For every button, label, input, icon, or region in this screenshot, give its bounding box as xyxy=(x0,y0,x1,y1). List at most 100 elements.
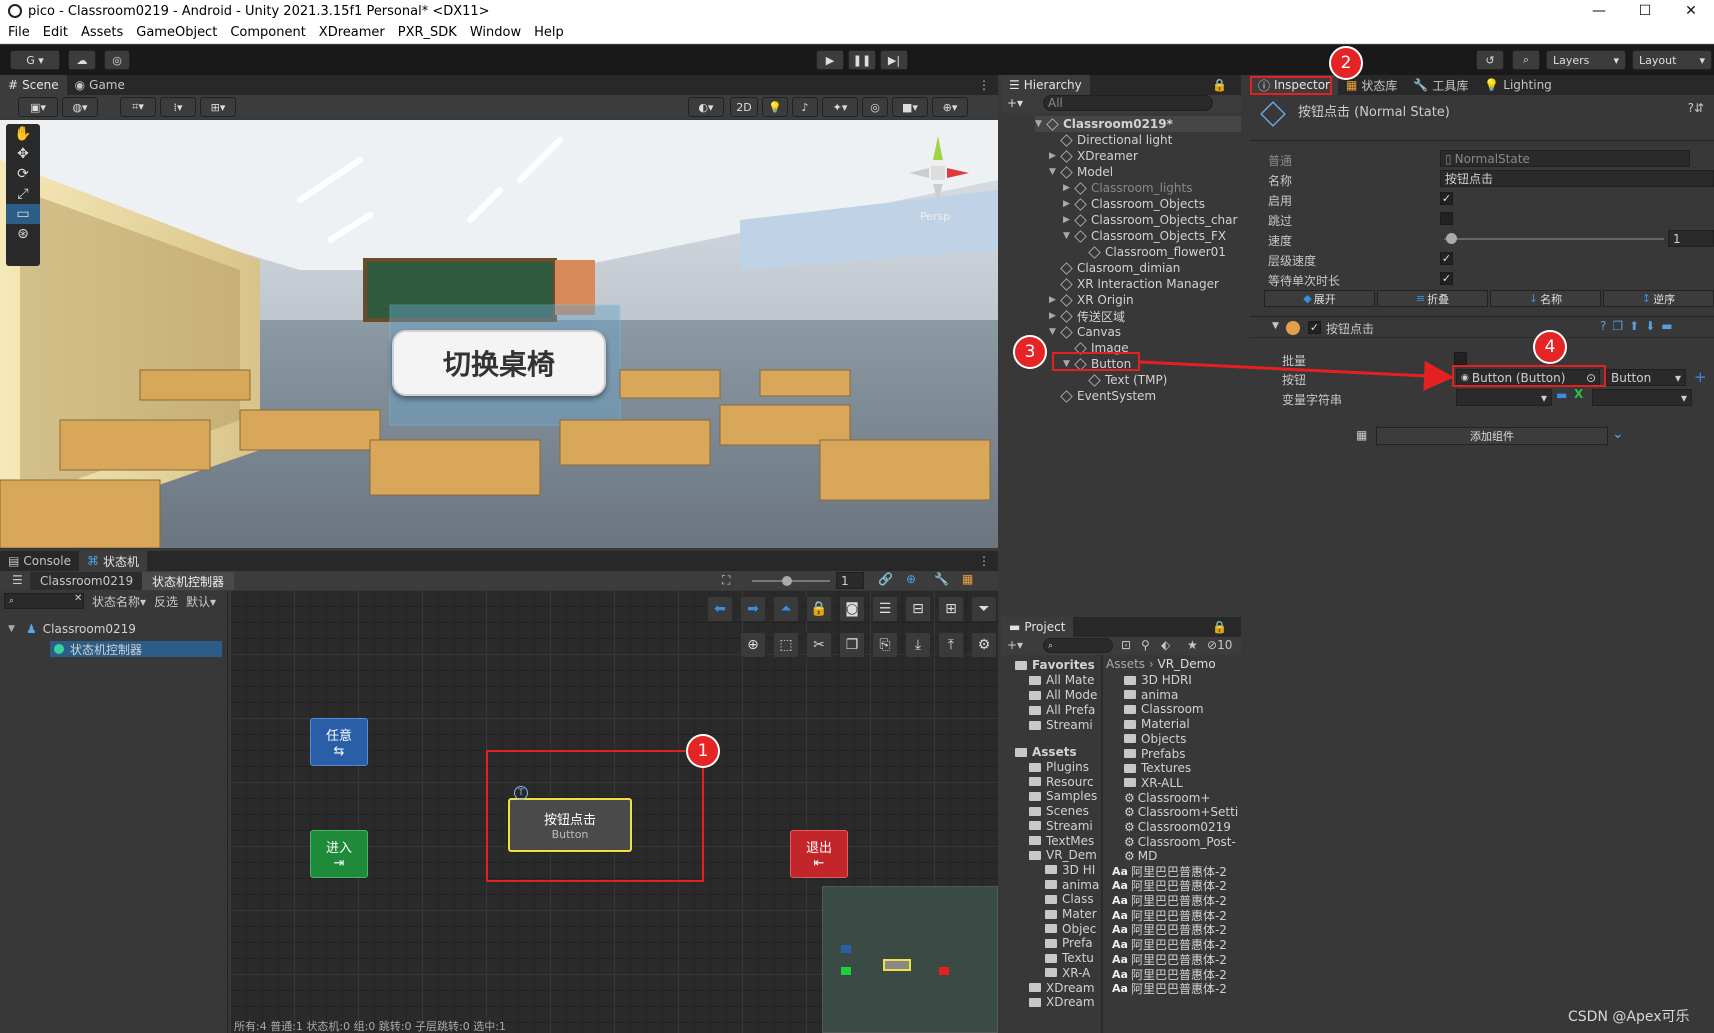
help-icon[interactable]: ?⇵ xyxy=(1688,101,1704,115)
folder-tree-item[interactable]: anima xyxy=(1045,877,1099,893)
hierarchy-item[interactable]: EventSystem xyxy=(1049,388,1156,404)
component-header[interactable]: ▼ ✓ 按钮点击 ? ❐ ⬆ ⬇ ▬ xyxy=(1250,316,1714,338)
draw-mode-button[interactable]: ▣▾ xyxy=(18,97,58,117)
grid-snap-icon[interactable]: ⁞▾ xyxy=(160,97,196,117)
cut-icon[interactable]: ✂ xyxy=(806,632,832,658)
project-file-item[interactable]: Textures xyxy=(1124,760,1191,776)
project-search-input[interactable]: ⌕ xyxy=(1043,638,1113,653)
fsm-search-input[interactable]: ⌕ xyxy=(4,593,84,609)
link-icon[interactable]: 🔗 xyxy=(878,572,893,586)
menu-window[interactable]: Window xyxy=(470,25,521,40)
copy-icon[interactable]: ❐ xyxy=(1612,319,1623,333)
minimap[interactable] xyxy=(822,886,998,1033)
export-icon[interactable]: ⤒ xyxy=(938,632,964,658)
star-icon[interactable]: ★ xyxy=(1187,638,1198,652)
hierarchy-item[interactable]: ▶ XDreamer xyxy=(1049,148,1138,164)
layout-dropdown[interactable]: Layout ▾ xyxy=(1632,50,1712,70)
assets-header[interactable]: Assets xyxy=(1015,744,1077,760)
copy-icon[interactable]: ❐ xyxy=(839,632,865,658)
increment-icon[interactable]: ⊞▾ xyxy=(200,97,236,117)
align-horizontal-icon[interactable]: ⊟ xyxy=(905,596,931,622)
folder-tree-item[interactable]: Objec xyxy=(1045,921,1096,937)
hierarchy-item[interactable]: Classroom_flower01 xyxy=(1077,244,1226,260)
folder-tree-item[interactable]: Prefa xyxy=(1045,935,1093,951)
folder-tree-item[interactable]: VR_Dem xyxy=(1029,847,1097,863)
hierarchy-search-input[interactable]: All xyxy=(1043,95,1213,111)
fsm-tree-controller[interactable]: 状态机控制器 xyxy=(50,641,222,657)
shading-icon[interactable]: ◐▾ xyxy=(688,97,724,117)
tab-project[interactable]: ▬ Project xyxy=(1001,617,1074,637)
folder-tree-item[interactable]: Textu xyxy=(1045,950,1094,966)
new-state-icon[interactable]: ⊕ xyxy=(740,632,766,658)
align-bottom-icon[interactable]: ⏷ xyxy=(971,596,997,622)
project-file-item[interactable]: Objects xyxy=(1124,731,1186,747)
rect-tool-icon[interactable]: ▭ xyxy=(6,204,40,224)
camera-icon[interactable]: ■▾ xyxy=(892,97,928,117)
tab-hierarchy[interactable]: ☰ Hierarchy xyxy=(1001,75,1090,95)
var-string-value-dropdown[interactable]: ▾ xyxy=(1592,389,1692,406)
foldout-arrow-icon[interactable]: ▼ xyxy=(1063,231,1071,241)
breadcrumb-current[interactable]: 状态机控制器 xyxy=(142,572,235,590)
effects-icon[interactable]: ✦▾ xyxy=(822,97,858,117)
target-icon[interactable]: ⊕ xyxy=(906,572,916,586)
project-file-item[interactable]: Aa 阿里巴巴普惠体-2 xyxy=(1112,981,1227,997)
cloud-icon[interactable]: ☁ xyxy=(68,50,96,70)
component-list-icon[interactable]: ▦ xyxy=(1356,428,1367,442)
skip-checkbox[interactable] xyxy=(1440,212,1453,225)
zoom-slider-handle[interactable] xyxy=(782,576,792,586)
mode-2d-button[interactable]: 2D xyxy=(730,97,758,117)
hierarchy-item[interactable]: ▶ Classroom_Objects_char xyxy=(1063,212,1237,228)
folder-tree-item[interactable]: Scenes xyxy=(1029,803,1089,819)
menu-component[interactable]: Component xyxy=(230,25,305,40)
foldout-arrow-icon[interactable]: ▶ xyxy=(1063,215,1071,225)
library-icon[interactable]: ▦ xyxy=(962,572,973,586)
add-icon[interactable]: +▾ xyxy=(1007,638,1023,652)
orientation-gizmo[interactable] xyxy=(905,130,975,210)
speed-slider-track[interactable] xyxy=(1444,238,1664,240)
foldout-arrow-icon[interactable]: ▼ xyxy=(1049,167,1057,177)
tab-game[interactable]: ◉ Game xyxy=(67,75,133,95)
enter-node[interactable]: 进入 ⇥ xyxy=(310,830,368,878)
hierarchy-item[interactable]: XR Interaction Manager xyxy=(1049,276,1219,292)
hierarchy-item[interactable]: ▶ Classroom_lights xyxy=(1063,180,1192,196)
move-tool-icon[interactable]: ✥ xyxy=(6,144,40,164)
breadcrumb-assets[interactable]: Assets xyxy=(1106,657,1145,671)
project-file-item[interactable]: ⚙ Classroom0219 xyxy=(1124,819,1231,835)
project-file-item[interactable]: Material xyxy=(1124,716,1190,732)
hierarchy-item[interactable]: ▶ XR Origin xyxy=(1049,292,1134,308)
menu-edit[interactable]: Edit xyxy=(43,25,68,40)
search-icon[interactable]: ⌕ xyxy=(1512,50,1540,70)
import-icon[interactable]: ⤓ xyxy=(905,632,931,658)
collab-icon[interactable]: ◎ xyxy=(104,50,130,70)
scale-tool-icon[interactable]: ⤢ xyxy=(6,184,40,204)
audio-icon[interactable]: ♪ xyxy=(792,97,818,117)
tab-console[interactable]: ▤ Console xyxy=(0,551,79,571)
button-type-dropdown[interactable]: Button ▾ xyxy=(1606,369,1686,386)
hand-tool-icon[interactable]: ✋ xyxy=(6,124,40,144)
wait-checkbox[interactable]: ✓ xyxy=(1440,272,1453,285)
close-button[interactable]: ✕ xyxy=(1668,0,1714,22)
project-file-item[interactable]: anima xyxy=(1124,687,1178,703)
hierarchy-item[interactable]: ▶ Classroom_Objects xyxy=(1063,196,1205,212)
add-icon[interactable]: +▾ xyxy=(1007,96,1023,110)
hierarchy-item[interactable]: Directional light xyxy=(1049,132,1172,148)
foldout-arrow-icon[interactable]: ▼ xyxy=(8,624,16,634)
maximize-button[interactable]: ☐ xyxy=(1622,0,1668,22)
foldout-arrow-icon[interactable]: ▶ xyxy=(1063,199,1071,209)
favorite-item[interactable]: All Prefa xyxy=(1029,702,1095,718)
foldout-arrow-icon[interactable]: ▼ xyxy=(1272,321,1279,331)
project-file-item[interactable]: 3D HDRI xyxy=(1124,672,1192,688)
gear-icon[interactable]: ⚙ xyxy=(971,632,997,658)
wrench-icon[interactable]: 🔧 xyxy=(934,572,949,586)
more-icon[interactable]: ⋮ xyxy=(978,554,990,568)
fit-icon[interactable]: ⛶ xyxy=(722,573,730,588)
breadcrumb-vr-demo[interactable]: VR_Demo xyxy=(1158,657,1216,671)
menu-pxr-sdk[interactable]: PXR_SDK xyxy=(398,25,457,40)
align-vertical-icon[interactable]: ⊞ xyxy=(938,596,964,622)
menu-help[interactable]: Help xyxy=(534,25,564,40)
name-input[interactable]: 按钮点击 xyxy=(1440,170,1714,187)
lock-icon[interactable]: 🔒 xyxy=(806,596,832,622)
screenshot-icon[interactable]: ◙ xyxy=(839,596,865,622)
sort-name-button[interactable]: ↓ 名称 xyxy=(1490,290,1601,307)
speed-slider-handle[interactable] xyxy=(1446,233,1457,244)
